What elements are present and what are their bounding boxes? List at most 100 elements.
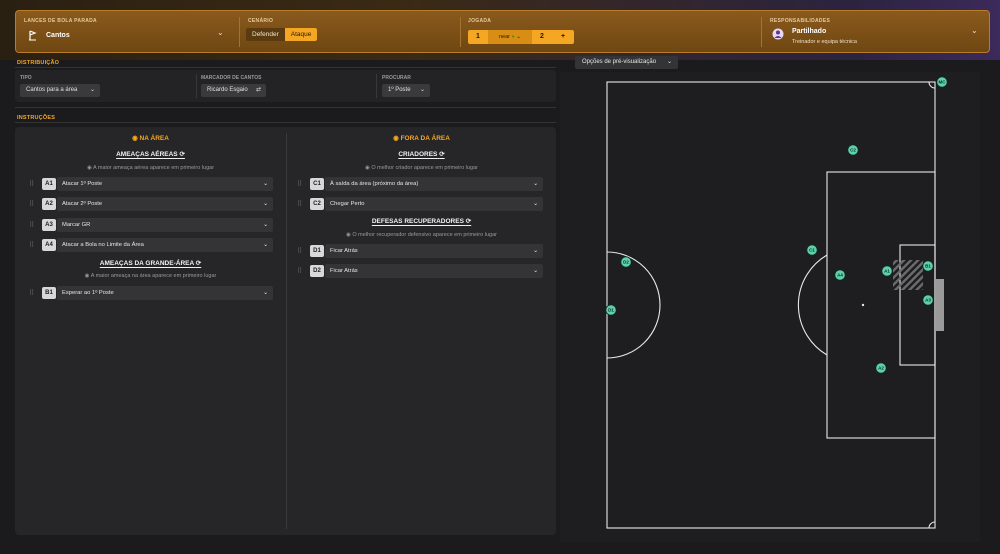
role-badge: A2 bbox=[42, 198, 56, 210]
play-2-button[interactable]: 2 bbox=[532, 30, 552, 44]
drag-handle-icon[interactable]: ⠿ bbox=[29, 221, 34, 229]
chevron-down-icon: ⌄ bbox=[217, 28, 224, 37]
chevron-down-icon: ⌄ bbox=[533, 201, 538, 207]
list-item: ⠿ D2 Ficar Atrás ⌄ bbox=[297, 264, 543, 278]
distribution-label: DISTRIBUIÇÃO bbox=[17, 60, 60, 66]
corner-taker-selector[interactable]: Ricardo Esgaio ⇄ bbox=[201, 84, 266, 97]
divider bbox=[15, 122, 556, 123]
player-marker[interactable]: D1 bbox=[605, 304, 617, 316]
instruction-value: Atacar 1º Poste bbox=[62, 181, 103, 187]
set-piece-title: LANCES DE BOLA PARADA bbox=[24, 18, 97, 24]
responsibilities-title: RESPONSABILIDADES bbox=[770, 18, 831, 24]
corner-taker-value: Ricardo Esgaio bbox=[207, 87, 248, 93]
drag-handle-icon[interactable]: ⠿ bbox=[29, 180, 34, 188]
box-threats-hint: ◉ A maior ameaça na área aparece em prim… bbox=[15, 273, 286, 279]
recovery-title: DEFESAS RECUPERADORES bbox=[371, 218, 464, 225]
info-icon: ◉ bbox=[86, 165, 92, 171]
play-near-dropdown[interactable]: near ● ⌄ bbox=[488, 30, 532, 44]
corner-taker-title: MARCADOR DE CANTOS bbox=[201, 75, 262, 81]
drag-handle-icon[interactable]: ⠿ bbox=[297, 267, 302, 275]
instruction-dropdown[interactable]: Atacar 1º Poste ⌄ bbox=[57, 177, 273, 191]
scenario-toggle: Defender Ataque bbox=[246, 28, 318, 41]
drag-handle-icon[interactable]: ⠿ bbox=[297, 200, 302, 208]
player-marker[interactable]: A4 bbox=[834, 269, 846, 281]
info-icon: ◉ bbox=[364, 165, 370, 171]
play-selector: 1 near ● ⌄ 2 + bbox=[468, 30, 574, 44]
instruction-value: Ficar Atrás bbox=[330, 248, 358, 254]
aerial-threats-title: AMEAÇAS AÉREAS bbox=[116, 151, 178, 158]
instruction-dropdown[interactable]: Atacar 2º Poste ⌄ bbox=[57, 197, 273, 211]
list-item: ⠿ D1 Ficar Atrás ⌄ bbox=[297, 244, 543, 258]
preview-options-label: Opções de pré-visualização bbox=[582, 59, 657, 65]
pitch-preview: MC C2 C1 A4 A1 B1 A3 A2 D2 D1 bbox=[560, 72, 980, 542]
type-dropdown[interactable]: Cantos para a área ⌄ bbox=[20, 84, 100, 97]
chevron-down-icon: ⌄ bbox=[516, 34, 521, 40]
player-marker[interactable]: D2 bbox=[620, 256, 632, 268]
scenario-title: CENÁRIO bbox=[248, 18, 274, 24]
aerial-threats-heading: AMEAÇAS AÉREAS ⟳ bbox=[15, 150, 286, 158]
add-play-button[interactable]: + bbox=[552, 30, 574, 44]
role-badge: A1 bbox=[42, 178, 56, 190]
instructions-panel: ◉ NA ÁREA AMEAÇAS AÉREAS ⟳ ◉ A maior ame… bbox=[15, 127, 556, 535]
box-threats-title: AMEAÇAS DA GRANDE-ÁREA bbox=[99, 260, 194, 267]
drag-handle-icon[interactable]: ⠿ bbox=[297, 247, 302, 255]
pitch-background bbox=[560, 72, 980, 542]
info-icon: ◉ bbox=[393, 135, 399, 142]
drag-handle-icon[interactable]: ⠿ bbox=[29, 289, 34, 297]
preview-options-button[interactable]: Opções de pré-visualização ⌄ bbox=[575, 56, 678, 69]
instruction-dropdown[interactable]: Ficar Atrás ⌄ bbox=[325, 244, 543, 258]
info-icon: ◉ bbox=[346, 232, 351, 238]
role-badge: A4 bbox=[42, 239, 56, 251]
instructions-label: INSTRUÇÕES bbox=[17, 115, 56, 121]
player-label: A2 bbox=[878, 366, 884, 371]
creators-title: CRIADORES bbox=[398, 151, 438, 158]
instruction-dropdown[interactable]: Chegar Perto ⌄ bbox=[325, 197, 543, 211]
set-piece-selector[interactable]: LANCES DE BOLA PARADA Cantos ⌄ bbox=[16, 11, 233, 52]
drag-handle-icon[interactable]: ⠿ bbox=[29, 200, 34, 208]
reorder-icon[interactable]: ⟳ bbox=[196, 260, 201, 267]
instruction-dropdown[interactable]: Esperar ao 1º Poste ⌄ bbox=[57, 286, 273, 300]
instruction-value: Esperar ao 1º Poste bbox=[62, 290, 114, 296]
inside-box-title: NA ÁREA bbox=[139, 135, 169, 142]
chevron-down-icon: ⌄ bbox=[666, 59, 672, 65]
instruction-value: À saída da área (próximo da área) bbox=[330, 181, 419, 187]
creators-hint: ◉ O melhor criador aparece em primeiro l… bbox=[287, 165, 556, 171]
drag-handle-icon[interactable]: ⠿ bbox=[29, 241, 34, 249]
reorder-icon[interactable]: ⟳ bbox=[439, 151, 444, 158]
player-label: B1 bbox=[925, 264, 931, 269]
divider bbox=[15, 107, 556, 108]
player-label: C2 bbox=[850, 148, 856, 153]
instruction-dropdown[interactable]: Atacar a Bola no Limite da Área ⌄ bbox=[57, 238, 273, 252]
type-title: TIPO bbox=[20, 75, 32, 81]
corner-flag-icon bbox=[29, 30, 37, 41]
reorder-icon[interactable]: ⟳ bbox=[179, 151, 184, 158]
player-marker[interactable]: MC bbox=[936, 76, 948, 88]
player-marker[interactable]: A2 bbox=[875, 362, 887, 374]
play-1-button[interactable]: 1 bbox=[468, 30, 488, 44]
instruction-value: Chegar Perto bbox=[330, 201, 365, 207]
player-marker[interactable]: A3 bbox=[922, 294, 934, 306]
chevron-down-icon: ⌄ bbox=[263, 222, 268, 228]
responsibilities-selector[interactable]: RESPONSABILIDADES Partilhado Treinador e… bbox=[762, 11, 990, 52]
chevron-down-icon: ⌄ bbox=[533, 248, 538, 254]
type-value: Cantos para a área bbox=[26, 87, 78, 93]
drag-handle-icon[interactable]: ⠿ bbox=[297, 180, 302, 188]
player-label: MC bbox=[939, 80, 947, 85]
reorder-icon[interactable]: ⟳ bbox=[466, 218, 471, 225]
scenario-defend-option[interactable]: Defender bbox=[246, 28, 285, 41]
search-dropdown[interactable]: 1º Poste ⌄ bbox=[382, 84, 430, 97]
aerial-hint-text: A maior ameaça aérea aparece em primeiro… bbox=[92, 165, 215, 171]
player-marker[interactable]: C2 bbox=[847, 144, 859, 156]
box-threats-heading: AMEAÇAS DA GRANDE-ÁREA ⟳ bbox=[15, 259, 286, 267]
player-marker[interactable]: C1 bbox=[806, 244, 818, 256]
player-marker[interactable]: A1 bbox=[881, 265, 893, 277]
instruction-dropdown[interactable]: Marcar GR ⌄ bbox=[57, 218, 273, 232]
set-piece-header: LANCES DE BOLA PARADA Cantos ⌄ CENÁRIO D… bbox=[15, 10, 990, 53]
instruction-dropdown[interactable]: À saída da área (próximo da área) ⌄ bbox=[325, 177, 543, 191]
player-label: A4 bbox=[837, 273, 843, 278]
player-marker[interactable]: B1 bbox=[922, 260, 934, 272]
scenario-attack-option[interactable]: Ataque bbox=[284, 28, 318, 41]
instruction-dropdown[interactable]: Ficar Atrás ⌄ bbox=[325, 264, 543, 278]
chevron-down-icon: ⌄ bbox=[419, 87, 425, 93]
recovery-hint-text: O melhor recuperador defensivo aparece e… bbox=[352, 232, 497, 238]
